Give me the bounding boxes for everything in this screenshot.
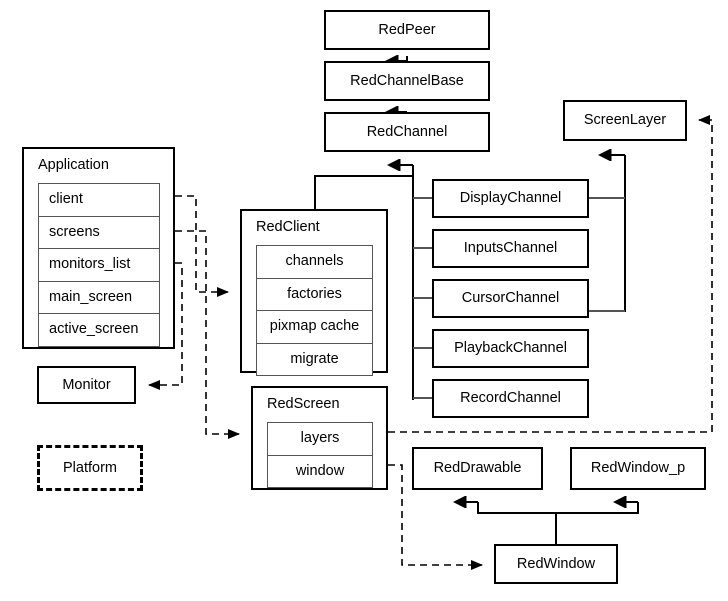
class-node-playbackchannel[interactable]: PlaybackChannel [432, 329, 589, 368]
class-node-redpeer[interactable]: RedPeer [324, 10, 490, 50]
class-field[interactable]: client [39, 184, 159, 217]
class-node-title: PlaybackChannel [454, 340, 567, 357]
class-field[interactable]: monitors_list [39, 249, 159, 282]
class-node-redscreen[interactable]: RedScreen layers window [251, 386, 388, 490]
class-node-title: InputsChannel [463, 240, 558, 257]
class-node-title: Monitor [62, 376, 111, 393]
class-node-fields: layers window [267, 422, 373, 488]
class-field[interactable]: channels [257, 246, 372, 279]
class-node-title: ScreenLayer [583, 112, 667, 129]
class-node-monitor[interactable]: Monitor [37, 366, 136, 404]
class-node-application[interactable]: Application client screens monitors_list mai… [22, 147, 175, 349]
class-node-title: RedClient [256, 219, 320, 235]
edge-redclient-redchannel [314, 175, 413, 209]
edge-channels-redchannel [400, 165, 432, 400]
class-field[interactable]: factories [257, 279, 372, 311]
class-field[interactable]: screens [39, 217, 159, 249]
edge-display-cursor-screenlayer [589, 155, 626, 312]
class-node-title: RedWindow_p [590, 460, 686, 477]
class-node-title: RedChannel [366, 123, 448, 140]
class-node-redwindow_p[interactable]: RedWindow_p [570, 447, 706, 490]
class-node-title: RedWindow [516, 555, 596, 572]
class-node-title: RecordChannel [460, 390, 561, 407]
class-node-inputschannel[interactable]: InputsChannel [432, 229, 589, 268]
class-node-title: Platform [63, 459, 117, 476]
class-field[interactable]: migrate [257, 344, 372, 376]
class-field[interactable]: layers [268, 423, 372, 456]
edge-redwindow-parents [466, 502, 639, 544]
class-node-screenlayer[interactable]: ScreenLayer [563, 100, 687, 141]
class-node-redclient[interactable]: RedClient channels factories pixmap cache mi… [240, 209, 388, 376]
class-node-displaychannel[interactable]: DisplayChannel [432, 179, 589, 218]
class-node-title: RedChannelBase [350, 72, 464, 89]
class-node-redchannelbase[interactable]: RedChannelBase [324, 61, 490, 101]
class-field[interactable]: window [268, 456, 372, 488]
class-node-title: DisplayChannel [459, 190, 562, 207]
class-node-cursorchannel[interactable]: CursorChannel [432, 279, 589, 318]
class-field[interactable]: pixmap cache [257, 311, 372, 344]
class-node-redwindow[interactable]: RedWindow [494, 544, 618, 584]
class-field[interactable]: main_screen [39, 282, 159, 314]
class-node-title: RedScreen [267, 396, 340, 412]
class-node-title: RedDrawable [433, 460, 522, 477]
class-node-reddrawable[interactable]: RedDrawable [412, 447, 543, 490]
class-node-fields: client screens monitors_list main_screen act… [38, 183, 160, 347]
class-diagram-canvas: RedPeer RedChannelBase RedChannel ScreenLay… [0, 0, 728, 601]
class-node-recordchannel[interactable]: RecordChannel [432, 379, 589, 418]
class-node-platform[interactable]: Platform [37, 445, 143, 491]
class-node-title: CursorChannel [461, 290, 560, 307]
class-node-fields: channels factories pixmap cache migrate [256, 245, 373, 376]
class-field[interactable]: active_screen [39, 314, 159, 347]
class-node-title: RedPeer [378, 21, 436, 38]
class-node-redchannel[interactable]: RedChannel [324, 112, 490, 152]
class-node-title: Application [38, 157, 109, 173]
